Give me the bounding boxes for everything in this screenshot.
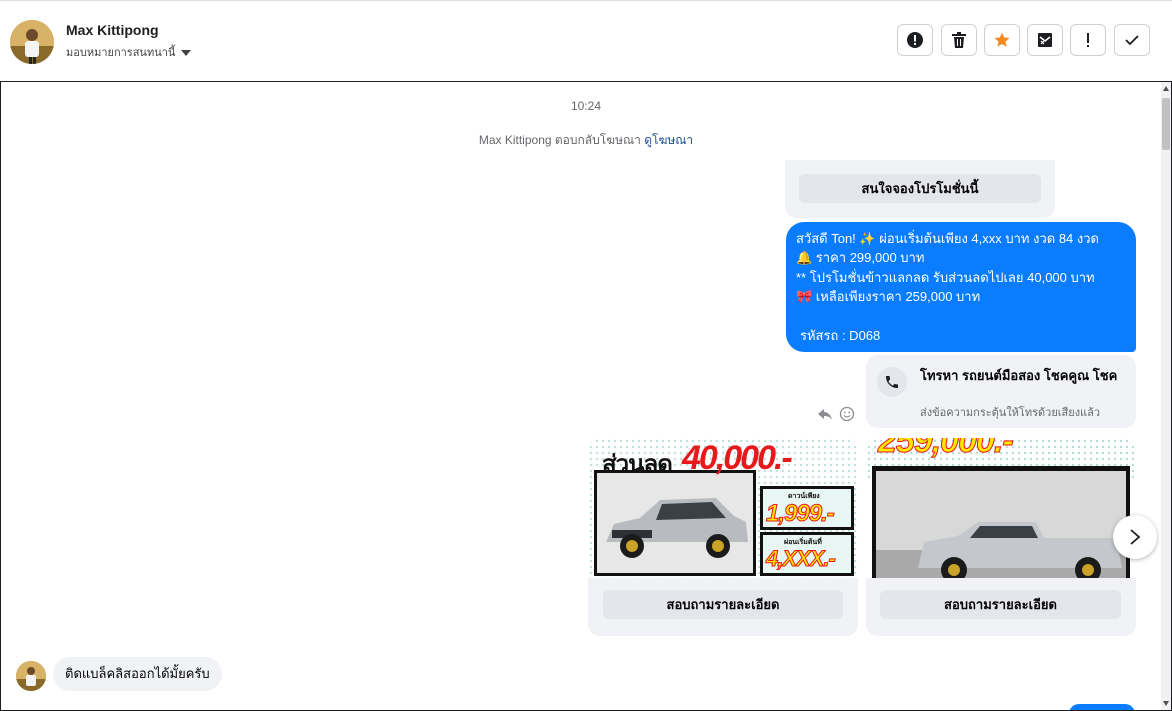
promo-card: สนใจจองโปรโมชั่นนี้ xyxy=(785,160,1055,218)
promo-price: 259,000.- xyxy=(878,438,1015,461)
contact-avatar-small[interactable] xyxy=(16,661,46,691)
ad-reply-text: Max Kittipong ตอบกลับโฆษณา xyxy=(478,133,641,147)
message-line-2: 🔔 ราคา 299,000 บาท xyxy=(796,250,925,266)
assign-label: มอบหมายการสนทนานี้ xyxy=(66,47,176,59)
alert-circle-button[interactable] xyxy=(897,24,933,56)
contact-name: Max Kittipong xyxy=(66,22,159,38)
trash-icon xyxy=(952,32,966,48)
star-icon xyxy=(994,32,1010,47)
scrollbar[interactable] xyxy=(1161,82,1171,710)
promo-headline: ส่วนลด xyxy=(602,451,673,478)
car-photo-image[interactable]: 259,000.- xyxy=(866,438,1136,578)
message-hover-actions xyxy=(817,406,855,422)
emoji-icon[interactable] xyxy=(839,406,855,422)
contact-avatar[interactable] xyxy=(10,20,54,64)
ad-reply-notice: Max Kittipong ตอบกลับโฆษณา ดูโฆษณา xyxy=(1,131,1171,150)
alert-circle-icon xyxy=(907,32,923,48)
star-button[interactable] xyxy=(984,24,1020,56)
outgoing-message-bubble-partial xyxy=(1069,704,1135,710)
monthly-price: 4,XXX.- xyxy=(766,546,837,572)
incoming-message-bubble: ติดแบล็คลิสออกได้มั้ยครับ xyxy=(53,657,222,691)
conversation-header: Max Kittipong มอบหมายการสนทนานี้ xyxy=(0,1,1172,81)
call-card-subtitle: ส่งข้อความกระตุ้นให้โทรด้วยเสียงแล้ว xyxy=(920,407,1101,419)
chevron-right-icon xyxy=(1130,529,1141,545)
mark-unread-button[interactable] xyxy=(1027,24,1063,56)
check-icon xyxy=(1125,35,1139,46)
delete-button[interactable] xyxy=(941,24,977,56)
caret-down-icon xyxy=(181,49,192,56)
carousel-next-button[interactable] xyxy=(1113,515,1157,559)
reply-icon[interactable] xyxy=(817,406,833,422)
mark-done-button[interactable] xyxy=(1114,24,1150,56)
carousel-card: 259,000.- สอบถามรายละเอียด xyxy=(866,438,1136,636)
call-request-card: โทรหา รถยนต์มือสอง โชคคูณ โชค ส่งข้อความ… xyxy=(866,355,1136,428)
assign-conversation-dropdown[interactable]: มอบหมายการสนทนานี้ xyxy=(66,43,192,61)
exclamation-icon xyxy=(1087,33,1089,47)
message-line-1: สวัสดี Ton! ✨ ผ่อนเริ่มต้นเพียง 4,xxx บา… xyxy=(796,231,1099,246)
message-line-4: 🎀 เหลือเพียงราคา 259,000 บาท xyxy=(796,289,981,305)
scroll-down-icon[interactable] xyxy=(1163,701,1169,706)
message-line-3: ** โปรโมชั่นข้าวแลกลด รับส่วนลดไปเลย 40,… xyxy=(796,269,1095,285)
carousel-card: ส่วนลด 40,000.- ดาวน์เพียง 1,999.- ผ่อนเ… xyxy=(588,438,858,636)
ask-details-button[interactable]: สอบถามรายละเอียด xyxy=(880,590,1121,619)
envelope-x-icon xyxy=(1038,33,1052,47)
outgoing-message-bubble: สวัสดี Ton! ✨ ผ่อนเริ่มต้นเพียง 4,xxx บา… xyxy=(786,222,1136,352)
car-promo-image[interactable]: ส่วนลด 40,000.- ดาวน์เพียง 1,999.- ผ่อนเ… xyxy=(588,438,858,578)
reserve-promo-button[interactable]: สนใจจองโปรโมชั่นนี้ xyxy=(799,174,1041,203)
message-timestamp: 10:24 xyxy=(570,99,602,113)
conversation-panel[interactable]: 10:24 Max Kittipong ตอบกลับโฆษณา ดูโฆษณา… xyxy=(0,81,1172,711)
view-ad-link[interactable]: ดูโฆษณา xyxy=(644,133,693,147)
phone-icon xyxy=(877,367,907,397)
ask-details-button[interactable]: สอบถามรายละเอียด xyxy=(603,590,843,619)
mark-spam-button[interactable] xyxy=(1070,24,1106,56)
call-card-title: โทรหา รถยนต์มือสอง โชคคูณ โชค xyxy=(920,368,1118,383)
promo-discount: 40,000.- xyxy=(682,439,793,477)
scroll-up-icon[interactable] xyxy=(1163,86,1169,91)
down-payment-price: 1,999.- xyxy=(766,500,836,528)
message-line-5: รหัสรถ : D068 xyxy=(800,327,881,343)
